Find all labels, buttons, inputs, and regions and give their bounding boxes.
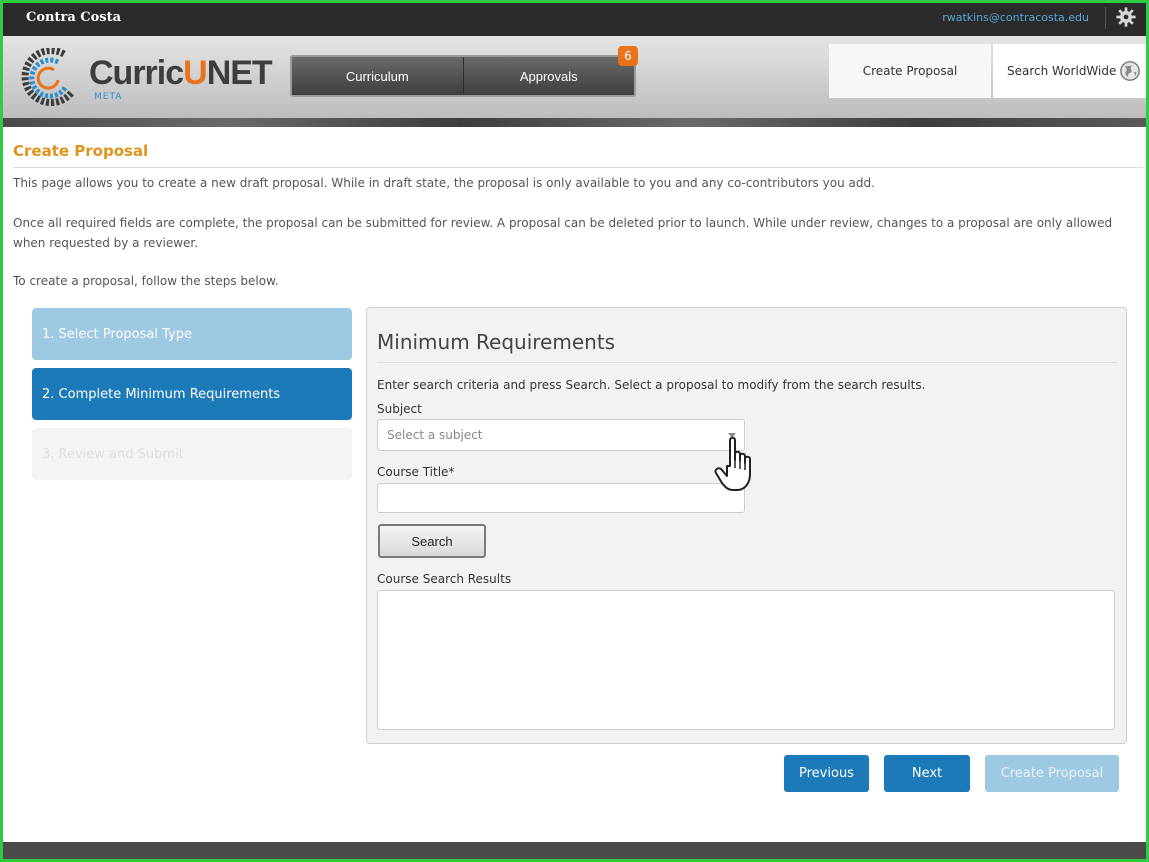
curricunet-logo[interactable]: CurricUNET META <box>14 44 273 106</box>
subject-placeholder: Select a subject <box>387 428 483 442</box>
logo-swirl-icon <box>21 48 75 106</box>
tab-curriculum[interactable]: Curriculum <box>292 57 463 95</box>
search-button[interactable]: Search <box>378 524 486 558</box>
approvals-count-badge: 6 <box>618 46 638 66</box>
header-create-proposal-button[interactable]: Create Proposal <box>829 44 991 98</box>
gear-icon[interactable] <box>1115 6 1137 28</box>
next-button[interactable]: Next <box>884 755 970 792</box>
topbar-divider <box>1105 7 1106 29</box>
minimum-requirements-panel: Minimum Requirements Enter search criter… <box>366 307 1127 744</box>
logo-subtitle: META <box>94 92 123 102</box>
course-title-label: Course Title* <box>377 465 455 479</box>
step-review-and-submit: 3. Review and Submit <box>32 428 352 480</box>
previous-button[interactable]: Previous <box>784 755 869 792</box>
search-worldwide-button[interactable]: Search WorldWide <box>993 44 1146 98</box>
course-search-results-list[interactable] <box>377 590 1115 730</box>
panel-divider <box>377 362 1117 363</box>
globe-icon <box>1120 61 1141 81</box>
title-divider <box>13 167 1143 168</box>
wizard-steps: 1. Select Proposal Type 2. Complete Mini… <box>32 308 352 488</box>
subject-label: Subject <box>377 402 422 416</box>
intro-paragraph-3: To create a proposal, follow the steps b… <box>13 274 279 288</box>
tab-approvals[interactable]: Approvals <box>462 57 634 95</box>
create-proposal-button: Create Proposal <box>985 755 1119 792</box>
step-complete-minimum-requirements[interactable]: 2. Complete Minimum Requirements <box>32 368 352 420</box>
top-bar: Contra Costa rwatkins@contracosta.edu <box>0 0 1149 36</box>
bottom-bar <box>0 842 1149 862</box>
intro-paragraph-2: Once all required fields are complete, t… <box>13 216 1113 250</box>
header-banner-strip <box>0 118 1149 127</box>
user-email-link[interactable]: rwatkins@contracosta.edu <box>942 11 1089 24</box>
org-name: Contra Costa <box>26 10 122 25</box>
main-nav: Curriculum Approvals <box>290 55 636 97</box>
panel-heading: Minimum Requirements <box>377 330 616 354</box>
search-instructions: Enter search criteria and press Search. … <box>377 378 926 392</box>
hand-pointer-cursor-icon <box>714 436 751 491</box>
step-select-proposal-type[interactable]: 1. Select Proposal Type <box>32 308 352 360</box>
logo-wordmark: CurricUNET <box>89 54 273 92</box>
course-title-input[interactable] <box>377 483 745 513</box>
page-title: Create Proposal <box>13 142 149 160</box>
intro-paragraph-1: This page allows you to create a new dra… <box>13 176 875 190</box>
search-worldwide-label: Search WorldWide <box>1007 64 1117 78</box>
results-label: Course Search Results <box>377 572 512 586</box>
subject-select[interactable]: Select a subject <box>377 419 745 451</box>
